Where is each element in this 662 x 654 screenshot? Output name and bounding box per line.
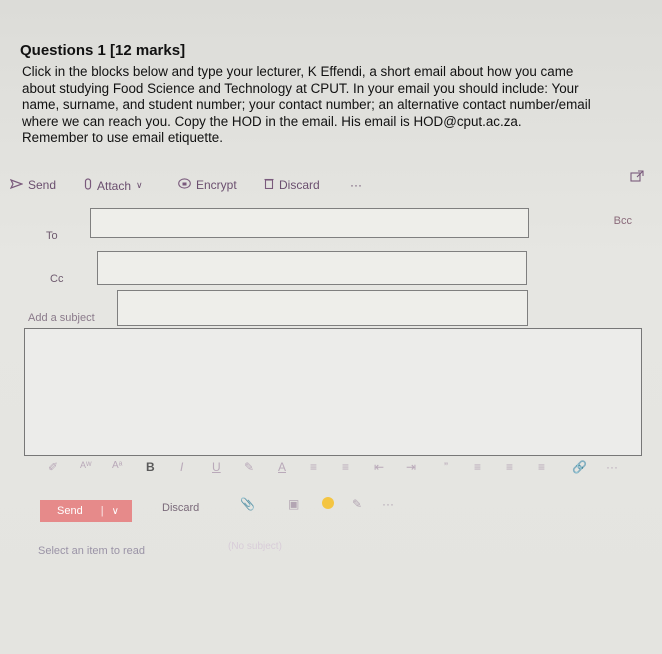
instruction-line: about studying Food Science and Technolo… [22, 80, 579, 96]
instruction-line: name, surname, and student number; your … [22, 97, 591, 112]
bold-button[interactable]: B [146, 460, 155, 474]
email-toolbar: Send Attach ∨ Encrypt Discard ··· [0, 172, 662, 198]
send-button[interactable]: Send | ∨ [40, 500, 132, 522]
to-field[interactable] [90, 208, 529, 238]
send-icon [9, 178, 24, 192]
send-button-label: Send [57, 505, 83, 517]
more-formatting-button[interactable]: ··· [606, 460, 618, 474]
to-label: To [46, 230, 58, 242]
question-page: Questions 1 [12 marks] Click in the bloc… [0, 0, 662, 654]
discard-button[interactable]: Discard [162, 502, 199, 514]
align-left-icon[interactable]: ≡ [474, 460, 481, 474]
trash-icon [264, 178, 274, 192]
draft-no-subject: (No subject) [228, 541, 282, 552]
bcc-button[interactable]: Bcc [614, 215, 632, 227]
bullets-icon[interactable]: ≡ [310, 460, 317, 474]
toolbar-send-label: Send [28, 178, 57, 192]
insert-image-icon[interactable]: ▣ [288, 497, 299, 511]
increase-indent-icon[interactable]: ⇥ [406, 460, 416, 474]
more-options-icon[interactable]: ··· [382, 497, 394, 511]
font-size-decrease-icon[interactable]: Aᵂ [80, 460, 92, 470]
cc-label: Cc [50, 273, 64, 285]
subject-field[interactable] [117, 290, 528, 326]
toolbar-discard-label: Discard [279, 178, 320, 192]
lock-icon [178, 178, 191, 192]
toolbar-encrypt-button[interactable]: Encrypt [178, 178, 237, 192]
decrease-indent-icon[interactable]: ⇤ [374, 460, 384, 474]
instruction-line: Click in the blocks below and type your … [22, 64, 574, 79]
cc-field[interactable] [97, 251, 527, 285]
toolbar-send-button[interactable]: Send [9, 178, 57, 192]
toolbar-attach-label: Attach [97, 178, 132, 193]
toolbar-discard-button[interactable]: Discard [264, 178, 320, 192]
underline-button[interactable]: U [212, 460, 221, 474]
toolbar-attach-button[interactable]: Attach ∨ [84, 178, 143, 193]
instruction-line: Remember to use email etiquette. [22, 130, 223, 145]
format-painter-icon[interactable]: ✐ [48, 460, 58, 474]
instruction-line: where we can reach you. Copy the HOD in … [22, 113, 522, 129]
subject-placeholder: Add a subject [28, 312, 95, 324]
italic-button[interactable]: I [180, 460, 183, 474]
question-title: Questions 1 [12 marks] [20, 42, 186, 59]
toolbar-more-button[interactable]: ··· [350, 178, 362, 192]
message-body-field[interactable] [24, 328, 642, 456]
send-button-divider: | [100, 505, 104, 517]
numbering-icon[interactable]: ≡ [342, 460, 349, 474]
align-center-icon[interactable]: ≡ [506, 460, 513, 474]
link-icon[interactable]: 🔗 [572, 460, 587, 474]
formatting-toolbar: ✐ Aᵂ Aᵃ B I U ✎ A ≡ ≡ ⇤ ⇥ ” ≡ ≡ ≡ 🔗 ··· [40, 460, 640, 478]
question-instructions: Click in the blocks below and type your … [22, 64, 642, 147]
font-color-icon[interactable]: A [278, 460, 286, 474]
attach-icon[interactable]: 📎 [240, 497, 255, 511]
chevron-down-icon: ∨ [136, 180, 143, 190]
font-size-increase-icon[interactable]: Aᵃ [112, 460, 122, 471]
popout-icon[interactable] [630, 170, 644, 185]
chevron-down-icon[interactable]: ∨ [112, 506, 119, 517]
editor-icon[interactable]: ✎ [352, 497, 362, 511]
toolbar-encrypt-label: Encrypt [196, 178, 237, 192]
quote-icon[interactable]: ” [444, 460, 448, 474]
highlight-icon[interactable]: ✎ [244, 460, 254, 474]
align-right-icon[interactable]: ≡ [538, 460, 545, 474]
paperclip-icon [84, 178, 92, 193]
reading-pane-hint: Select an item to read [38, 545, 146, 557]
